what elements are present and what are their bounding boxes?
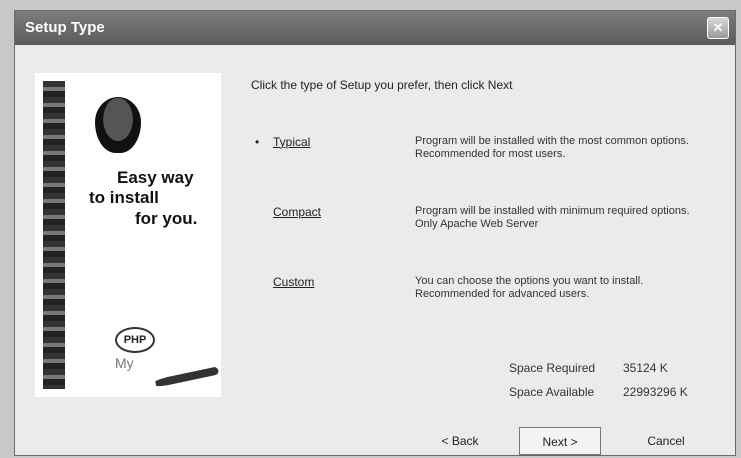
selected-bullet-icon: • bbox=[255, 135, 260, 149]
close-icon: ✕ bbox=[712, 20, 724, 35]
alien-head-icon bbox=[95, 97, 141, 153]
option-compact-description: Program will be installed with minimum r… bbox=[415, 205, 690, 230]
dialog-body: Easy way to install for you. PHP My Clic… bbox=[15, 45, 735, 455]
cancel-button[interactable]: Cancel bbox=[627, 427, 705, 455]
space-required-row: Space Required 35124 K bbox=[509, 361, 668, 375]
title-bar[interactable]: Setup Type ✕ bbox=[15, 11, 735, 45]
banner-decorative-strip bbox=[43, 81, 65, 389]
back-button[interactable]: < Back bbox=[421, 427, 499, 455]
feather-icon bbox=[154, 366, 220, 388]
option-typical[interactable]: • Typical Program will be installed with… bbox=[255, 135, 725, 195]
option-compact[interactable]: Compact Program will be installed with m… bbox=[255, 205, 725, 265]
next-button[interactable]: Next > bbox=[519, 427, 601, 455]
option-custom-label[interactable]: Custom bbox=[273, 275, 314, 289]
option-compact-label[interactable]: Compact bbox=[273, 205, 321, 219]
space-available-label: Space Available bbox=[509, 385, 595, 399]
option-custom-description: You can choose the options you want to i… bbox=[415, 275, 644, 300]
close-button[interactable]: ✕ bbox=[707, 17, 729, 39]
space-required-label: Space Required bbox=[509, 361, 596, 375]
instruction-text: Click the type of Setup you prefer, then… bbox=[251, 78, 513, 92]
mysql-logo-text: My bbox=[115, 355, 134, 371]
window-title: Setup Type bbox=[25, 19, 105, 36]
banner-slogan-line1: Easy way bbox=[117, 168, 194, 187]
space-available-value: 22993296 K bbox=[623, 385, 688, 399]
banner-slogan-line2: to install bbox=[89, 188, 159, 207]
space-required-value: 35124 K bbox=[623, 361, 668, 375]
space-available-row: Space Available 22993296 K bbox=[509, 385, 688, 399]
setup-banner-image: Easy way to install for you. PHP My bbox=[35, 73, 221, 397]
php-logo: PHP bbox=[115, 327, 155, 353]
banner-slogan-line3: for you. bbox=[135, 209, 198, 228]
setup-window: Setup Type ✕ Easy way to install for you… bbox=[14, 10, 736, 456]
option-typical-description: Program will be installed with the most … bbox=[415, 135, 689, 160]
option-custom[interactable]: Custom You can choose the options you wa… bbox=[255, 275, 725, 335]
option-typical-label[interactable]: Typical bbox=[273, 135, 310, 149]
